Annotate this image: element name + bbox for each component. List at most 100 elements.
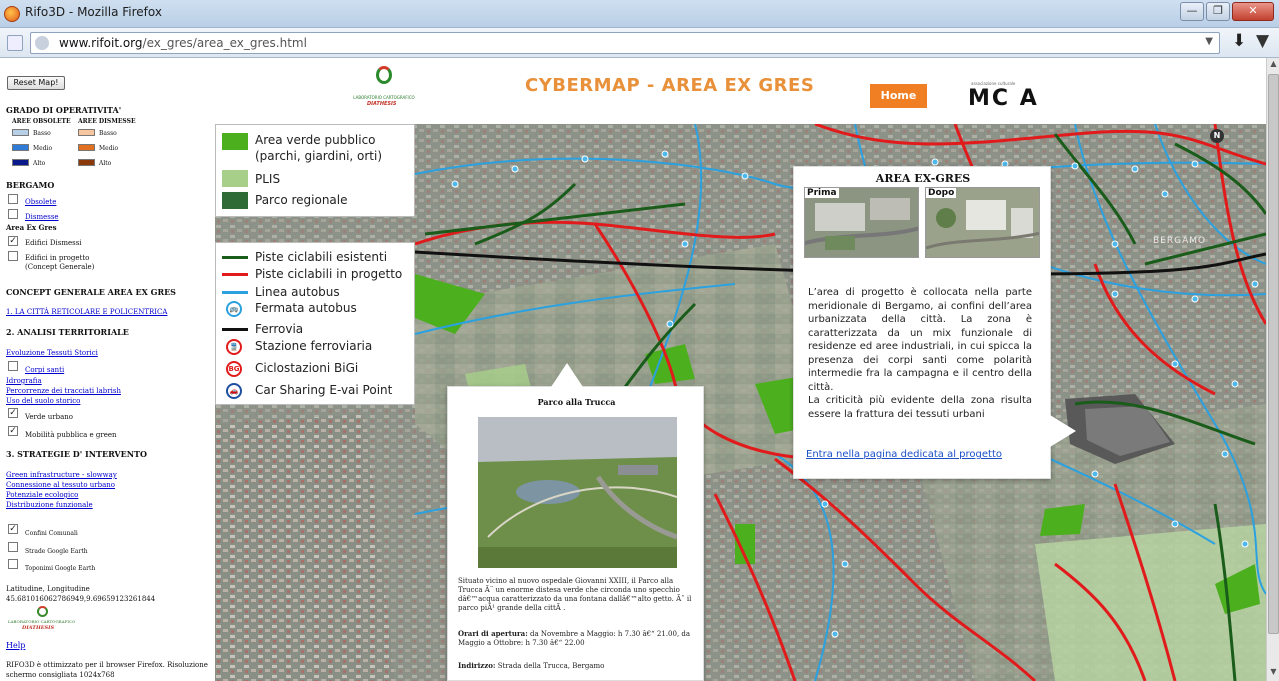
connessione-link[interactable]: Connessione al tessuto urbano <box>6 481 115 489</box>
north-compass-icon[interactable]: N <box>1210 129 1224 143</box>
reset-map-button[interactable]: Reset Map! <box>7 76 65 90</box>
popup-paragraph: La criticità più evidente della zona ris… <box>808 395 1032 420</box>
green-link[interactable]: Green infrastructure - slowway <box>6 471 117 479</box>
analisi-heading: 2. ANALISI TERRITORIALE <box>6 327 129 337</box>
map-view[interactable]: N BERGAMO Area verde pubblico (parchi, g… <box>215 124 1266 681</box>
legend-label: Ciclostazioni BiGi <box>255 361 359 375</box>
distribuzione-link[interactable]: Distribuzione funzionale <box>6 501 93 509</box>
menu-icon[interactable]: ▼ <box>1256 31 1269 51</box>
url-text[interactable]: www.rifoit.org/ex_gres/area_ex_gres.html <box>59 36 307 50</box>
popup-pointer <box>1050 415 1076 447</box>
legend-label: Linea autobus <box>255 285 340 299</box>
download-icon[interactable]: ⬇ <box>1232 31 1246 51</box>
usi-link[interactable]: Uso del suolo storico <box>6 397 80 405</box>
legend-lines: Piste ciclabili esistenti Piste ciclabil… <box>215 242 415 405</box>
close-button[interactable]: ✕ <box>1232 2 1274 21</box>
parco-aerial-photo <box>478 417 677 568</box>
legend-swatch <box>222 133 248 150</box>
parco-address: Indirizzo: Strada della Trucca, Bergamo <box>458 661 698 671</box>
map-city-label: BERGAMO <box>1153 236 1207 246</box>
potenziale-link[interactable]: Potenziale ecologico <box>6 491 78 499</box>
legend-label: Fermata autobus <box>255 301 357 315</box>
legend-line <box>222 256 248 259</box>
scroll-up-icon[interactable]: ▲ <box>1268 59 1279 71</box>
help-link[interactable]: Help <box>6 641 25 651</box>
dismesse-checkbox[interactable] <box>8 209 18 219</box>
firefox-icon <box>4 6 20 22</box>
latlon-label: Latitudine, Longitudine <box>6 585 90 593</box>
scroll-down-icon[interactable]: ▼ <box>1268 667 1279 679</box>
train-station-icon: 🚆 <box>226 339 242 355</box>
obsolete-medio-label: Medio <box>33 145 53 152</box>
legend-label: PLIS <box>255 172 281 186</box>
legend-swatch <box>222 192 248 209</box>
url-path: /ex_gres/area_ex_gres.html <box>142 36 307 50</box>
legend-label: Area verde pubblico <box>255 133 376 147</box>
corpi-santi-link[interactable]: Corpi santi <box>25 366 64 374</box>
obsolete-medio-swatch <box>12 144 29 151</box>
bus-stop-icon: 🚌 <box>226 301 242 317</box>
parco-hours: Orari di apertura: da Novembre a Maggio:… <box>458 629 698 648</box>
legend-line <box>222 328 248 331</box>
edifici-progetto-label: Edifici in progetto <box>25 254 90 262</box>
legend-line <box>222 273 248 276</box>
address-bar[interactable]: www.rifoit.org/ex_gres/area_ex_gres.html… <box>7 32 1220 54</box>
citta-link[interactable]: 1. LA CITTÀ RETICOLARE E POLICENTRICA <box>6 308 167 316</box>
popup-title: AREA EX-GRES <box>875 172 971 185</box>
percorsi-link[interactable]: Percorrenze dei tracciati labrish <box>6 387 121 395</box>
verde-urbano-checkbox[interactable]: ✓ <box>8 408 18 418</box>
verde-urbano-label: Verde urbano <box>25 413 73 421</box>
scrollbar-thumb[interactable] <box>1268 74 1279 634</box>
prima-image[interactable]: Prima <box>804 187 919 258</box>
dismesse-basso-swatch <box>78 129 95 136</box>
obsolete-alto-swatch <box>12 159 29 166</box>
minimize-button[interactable]: — <box>1180 2 1204 21</box>
idrografia-link[interactable]: Idrografia <box>6 377 42 385</box>
concept-generale-label: (Concept Generale) <box>25 263 95 271</box>
legend-swatch <box>222 170 248 187</box>
dismesse-medio-swatch <box>78 144 95 151</box>
home-button[interactable]: Home <box>870 84 927 108</box>
page-title: CYBERMAP - AREA EX GRES <box>525 75 815 96</box>
popup-pointer <box>551 363 583 387</box>
project-page-link[interactable]: Entra nella pagina dedicata al progetto <box>806 449 1002 460</box>
dismesse-link[interactable]: Dismesse <box>25 213 59 221</box>
corpi-santi-checkbox[interactable] <box>8 361 18 371</box>
prima-aerial-photo <box>805 188 918 257</box>
maximize-button[interactable]: ❐ <box>1206 2 1230 21</box>
url-host: www.rifoit.org <box>59 36 143 50</box>
legend-label: Piste ciclabili in progetto <box>255 267 403 281</box>
aree-obsolete-label: AREE OBSOLETE <box>12 118 71 125</box>
edifici-dismessi-checkbox[interactable]: ✓ <box>8 236 18 246</box>
address-text: Strada della Trucca, Bergamo <box>497 662 605 670</box>
parco-photo <box>478 417 677 568</box>
window-title: Rifo3D - Mozilla Firefox <box>25 5 162 19</box>
evoluzione-link[interactable]: Evoluzione Tessuti Storici <box>6 349 98 357</box>
popup-parco-trucca: Parco alla Trucca Situato vicino al nuov… <box>447 363 704 681</box>
legend-label: Stazione ferroviaria <box>255 339 373 353</box>
dismesse-medio-label: Medio <box>99 145 119 152</box>
obsolete-link[interactable]: Obsolete <box>25 198 56 206</box>
page-icon <box>7 35 23 51</box>
dopo-image[interactable]: Dopo <box>925 187 1040 258</box>
url-dropdown-icon[interactable]: ▼ <box>1205 36 1213 47</box>
dopo-render-photo <box>926 188 1039 257</box>
vertical-scrollbar[interactable]: ▲ ▼ <box>1266 58 1279 681</box>
dismesse-alto-label: Alto <box>99 160 112 167</box>
strade-checkbox[interactable] <box>8 542 18 552</box>
brand-caption: LABORATORIO CARTOGRAFICO <box>353 95 415 100</box>
dopo-label: Dopo <box>926 188 957 198</box>
legend-label: Piste ciclabili esistenti <box>255 250 388 264</box>
mobilita-checkbox[interactable]: ✓ <box>8 426 18 436</box>
parco-description: Situato vicino al nuovo ospedale Giovann… <box>458 577 692 612</box>
edifici-progetto-checkbox[interactable] <box>8 251 18 261</box>
obsolete-checkbox[interactable] <box>8 194 18 204</box>
confini-checkbox[interactable]: ✓ <box>8 524 18 534</box>
toponimi-checkbox[interactable] <box>8 559 18 569</box>
hours-label: Orari di apertura: <box>458 629 528 638</box>
popup-paragraph: L’area di progetto è collocata nella par… <box>808 287 1032 393</box>
diathesis-logo-icon <box>37 606 48 617</box>
footer-line1: RIFO3D è ottimizzato per il browser Fire… <box>6 661 208 669</box>
page-header: LABORATORIO CARTOGRAFICO DIATHESIS CYBER… <box>215 58 1266 124</box>
latlon-value: 45.681016062786949,9.69659123261844 <box>6 595 156 603</box>
